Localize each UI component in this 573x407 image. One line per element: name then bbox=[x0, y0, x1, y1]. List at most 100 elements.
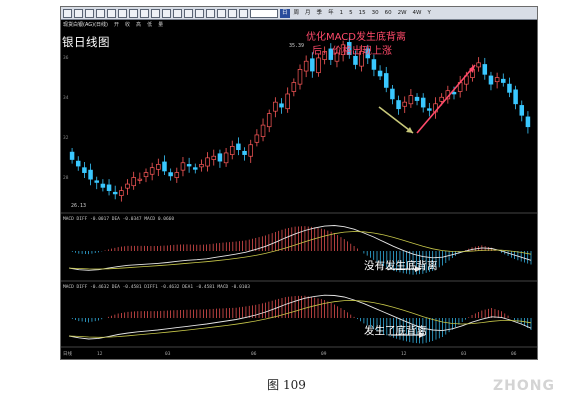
draw-tool-button[interactable] bbox=[173, 8, 182, 18]
measure-tool-button[interactable] bbox=[184, 8, 193, 18]
candle-body bbox=[488, 75, 494, 85]
period-quarter[interactable]: 季 bbox=[315, 9, 325, 18]
interval-4w[interactable]: 4W bbox=[411, 9, 424, 18]
candle-body bbox=[131, 177, 136, 187]
layout-button[interactable] bbox=[195, 8, 204, 18]
candle-body bbox=[383, 73, 389, 88]
macd1-header: MACD DIFF -0.0017 DEA -0.0347 MACD 0.066… bbox=[63, 216, 174, 222]
candle-body bbox=[427, 108, 432, 111]
interval-1[interactable]: 1 bbox=[338, 9, 346, 18]
axis-label: 03 bbox=[461, 351, 467, 357]
candle-body bbox=[94, 180, 99, 183]
cursor-tool-button[interactable] bbox=[151, 8, 160, 18]
candle-body bbox=[260, 124, 266, 137]
candle-body bbox=[377, 70, 383, 77]
print-button[interactable] bbox=[228, 8, 237, 18]
macd2-diff-line bbox=[68, 294, 532, 340]
export-button[interactable] bbox=[239, 8, 248, 18]
candle-body bbox=[112, 191, 118, 195]
candle-body bbox=[199, 164, 204, 168]
period-month[interactable]: 月 bbox=[303, 9, 313, 18]
toolbar: 日 周 月 季 年 1 5 15 30 60 2W 4W Y bbox=[61, 7, 537, 20]
text-tool-button[interactable] bbox=[140, 8, 149, 18]
period-year[interactable]: 年 bbox=[326, 9, 336, 18]
macd2-histogram bbox=[71, 295, 532, 344]
candle-body bbox=[279, 103, 284, 108]
crosshair-button[interactable] bbox=[162, 8, 171, 18]
candle-body bbox=[100, 183, 106, 188]
candle-body bbox=[451, 91, 457, 95]
candle-body bbox=[236, 143, 241, 151]
forward-button[interactable] bbox=[85, 8, 94, 18]
macd-pane-2: MACD DIFF -0.4632 DEA -0.4581 DIFF1 -0.4… bbox=[61, 284, 537, 348]
main-annotation-line-2: 后，价格出现上涨 bbox=[312, 46, 392, 57]
period-select[interactable] bbox=[250, 8, 278, 18]
macd1-dea-line bbox=[68, 231, 532, 270]
candle-body bbox=[501, 78, 506, 83]
candle-body bbox=[88, 169, 93, 180]
candle-body bbox=[297, 69, 303, 85]
candle-body bbox=[476, 62, 481, 68]
chart-window: 日 周 月 季 年 1 5 15 30 60 2W 4W Y 现货白银(AG)(… bbox=[60, 6, 538, 360]
peak-price-label: 35.39 bbox=[289, 43, 304, 49]
interval-60[interactable]: 60 bbox=[383, 9, 394, 18]
candle-body bbox=[408, 95, 414, 105]
candlestick-series bbox=[69, 37, 531, 202]
candle-body bbox=[162, 161, 167, 172]
candle-body bbox=[439, 96, 444, 102]
svg-text:32: 32 bbox=[63, 135, 69, 141]
candle-body bbox=[223, 152, 229, 164]
axis-label: 03 bbox=[165, 351, 171, 357]
back-button[interactable] bbox=[74, 8, 83, 18]
macd1-histogram bbox=[71, 226, 532, 275]
candle-body bbox=[193, 167, 198, 170]
indicator-button[interactable] bbox=[217, 8, 226, 18]
candle-body bbox=[513, 89, 518, 105]
field-low: 低 bbox=[147, 22, 153, 28]
home-button[interactable] bbox=[63, 8, 72, 18]
candle-body bbox=[303, 60, 309, 72]
candle-body bbox=[254, 134, 260, 143]
period-day[interactable]: 日 bbox=[280, 8, 290, 18]
svg-text:28: 28 bbox=[63, 175, 69, 181]
field-high: 高 bbox=[136, 22, 142, 28]
watermark-logo: ZHONG bbox=[493, 378, 555, 394]
interval-30[interactable]: 30 bbox=[370, 9, 381, 18]
candle-body bbox=[285, 93, 290, 110]
figure-caption: 图 109 bbox=[267, 378, 306, 392]
line-tool-button[interactable] bbox=[129, 8, 138, 18]
refresh-button[interactable] bbox=[96, 8, 105, 18]
interval-y[interactable]: Y bbox=[425, 9, 432, 18]
zoom-out-button[interactable] bbox=[118, 8, 127, 18]
field-volume: 量 bbox=[158, 22, 164, 28]
price-pane: 35.39 26.13 36 34 32 28 bbox=[61, 37, 537, 214]
quote-infobar: 现货白银(AG)(日线) 开 收 高 低 量 bbox=[61, 21, 537, 29]
main-annotation-line-1: 优化MACD发生底背离 bbox=[306, 32, 406, 43]
candle-body bbox=[519, 105, 525, 116]
field-open: 开 bbox=[114, 22, 120, 28]
interval-15[interactable]: 15 bbox=[357, 9, 368, 18]
candle-body bbox=[119, 190, 124, 196]
candle-body bbox=[525, 116, 531, 128]
candle-body bbox=[75, 160, 81, 167]
interval-5[interactable]: 5 bbox=[347, 9, 355, 18]
zoom-in-button[interactable] bbox=[107, 8, 116, 18]
candle-body bbox=[174, 172, 180, 178]
candle-body bbox=[316, 57, 321, 74]
period-week[interactable]: 周 bbox=[292, 9, 302, 18]
interval-2w[interactable]: 2W bbox=[396, 9, 409, 18]
time-axis: 日线 12 03 06 09 12 03 06 bbox=[63, 350, 517, 357]
axis-label: 09 bbox=[321, 351, 327, 357]
candle-body bbox=[291, 82, 297, 92]
settings-button[interactable] bbox=[206, 8, 215, 18]
axis-label: 日线 bbox=[63, 350, 72, 357]
candle-body bbox=[168, 172, 173, 177]
candle-body bbox=[149, 167, 155, 175]
product-label: 现货白银(AG)(日线) bbox=[63, 22, 109, 28]
candle-body bbox=[507, 83, 512, 93]
candle-body bbox=[402, 101, 407, 107]
macd1-annotation: 没有发生底背离 bbox=[364, 260, 438, 272]
candle-body bbox=[156, 164, 161, 170]
candle-body bbox=[180, 162, 186, 171]
axis-label: 06 bbox=[511, 351, 517, 357]
